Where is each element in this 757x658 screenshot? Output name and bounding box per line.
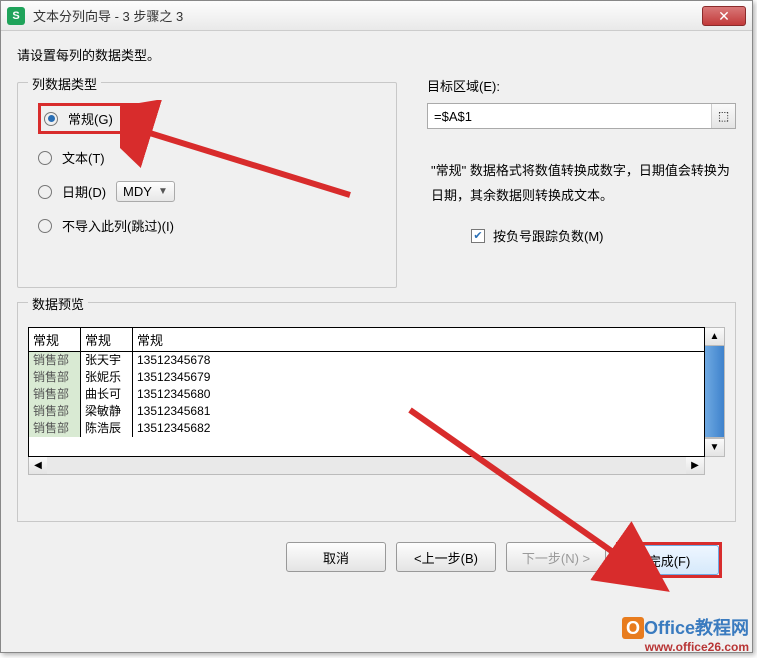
table-cell: 13512345680: [133, 386, 704, 403]
target-input[interactable]: [428, 104, 711, 128]
watermark-brand: Office教程网: [644, 618, 749, 638]
preview-header-2[interactable]: 常规: [81, 328, 133, 351]
table-cell: 销售部: [29, 386, 80, 403]
next-button: 下一步(N) >: [506, 542, 606, 572]
table-cell: 陈浩辰: [81, 420, 132, 437]
finish-button-highlight: 完成(F): [616, 542, 722, 578]
preview-header-1[interactable]: 常规: [29, 328, 81, 351]
table-cell: 销售部: [29, 352, 80, 369]
title-bar: S 文本分列向导 - 3 步骤之 3 ✕: [1, 1, 752, 31]
wizard-dialog: S 文本分列向导 - 3 步骤之 3 ✕ 请设置每列的数据类型。 列数据类型 常…: [0, 0, 753, 653]
date-format-dropdown[interactable]: MDY ▼: [116, 181, 175, 202]
general-radio-highlight: 常规(G): [38, 103, 142, 134]
preview-header: 常规 常规 常规: [29, 328, 704, 352]
track-negatives-label: 按负号跟踪负数(M): [493, 226, 604, 245]
vertical-scrollbar[interactable]: ▲ ▼: [705, 327, 725, 457]
table-cell: 13512345682: [133, 420, 704, 437]
range-picker-icon: ⬚: [718, 109, 729, 123]
table-cell: 13512345679: [133, 369, 704, 386]
watermark-icon: O: [622, 617, 644, 639]
watermark: OOffice教程网 www.office26.com: [622, 614, 749, 654]
column-type-legend: 列数据类型: [28, 74, 101, 93]
scroll-down-icon[interactable]: ▼: [705, 438, 724, 456]
track-negatives-checkbox[interactable]: ✔: [471, 229, 485, 243]
scroll-right-icon[interactable]: ▶: [686, 457, 704, 474]
app-icon: S: [7, 7, 25, 25]
preview-legend: 数据预览: [28, 294, 88, 313]
table-cell: 销售部: [29, 420, 80, 437]
scroll-left-icon[interactable]: ◀: [29, 457, 47, 474]
radio-date[interactable]: [38, 185, 52, 199]
table-cell: 张妮乐: [81, 369, 132, 386]
description-text: "常规" 数据格式将数值转换成数字，日期值会转换为日期，其余数据则转换成文本。: [427, 159, 736, 208]
window-title: 文本分列向导 - 3 步骤之 3: [33, 6, 702, 25]
preview-header-3[interactable]: 常规: [133, 328, 704, 351]
close-icon: ✕: [718, 9, 730, 23]
scroll-up-icon[interactable]: ▲: [705, 328, 724, 346]
table-cell: 销售部: [29, 403, 80, 420]
scroll-track[interactable]: [47, 457, 686, 474]
date-format-value: MDY: [123, 184, 152, 199]
chevron-down-icon: ▼: [158, 186, 168, 197]
preview-group: 数据预览 常规 常规 常规 销售部 销售部 销售部 销售部 销: [17, 302, 736, 522]
preview-col-3: 13512345678 13512345679 13512345680 1351…: [133, 352, 704, 437]
table-cell: 13512345681: [133, 403, 704, 420]
radio-skip-label: 不导入此列(跳过)(I): [62, 216, 174, 235]
radio-skip[interactable]: [38, 219, 52, 233]
target-input-wrap: ⬚: [427, 103, 736, 129]
table-cell: 曲长可: [81, 386, 132, 403]
watermark-url: www.office26.com: [622, 640, 749, 654]
range-picker-button[interactable]: ⬚: [711, 104, 735, 128]
preview-table: 常规 常规 常规 销售部 销售部 销售部 销售部 销售部 张天: [28, 327, 705, 457]
scroll-thumb[interactable]: [705, 346, 724, 438]
finish-button[interactable]: 完成(F): [619, 545, 719, 575]
dialog-content: 请设置每列的数据类型。 列数据类型 常规(G) 文本(T): [1, 31, 752, 588]
radio-date-label: 日期(D): [62, 182, 106, 201]
instruction-text: 请设置每列的数据类型。: [17, 45, 736, 64]
close-button[interactable]: ✕: [702, 6, 746, 26]
radio-general[interactable]: [44, 112, 58, 126]
radio-text[interactable]: [38, 151, 52, 165]
table-cell: 张天宇: [81, 352, 132, 369]
table-cell: 梁敏静: [81, 403, 132, 420]
radio-general-label: 常规(G): [68, 109, 113, 128]
preview-col-2: 张天宇 张妮乐 曲长可 梁敏静 陈浩辰: [81, 352, 133, 437]
radio-text-label: 文本(T): [62, 148, 105, 167]
target-label: 目标区域(E):: [427, 76, 736, 95]
back-button[interactable]: <上一步(B): [396, 542, 496, 572]
cancel-button[interactable]: 取消: [286, 542, 386, 572]
horizontal-scrollbar[interactable]: ◀ ▶: [28, 457, 705, 475]
button-row: 取消 <上一步(B) 下一步(N) > 完成(F): [17, 542, 736, 578]
column-type-group: 列数据类型 常规(G) 文本(T) 日期(D): [17, 82, 397, 288]
table-cell: 13512345678: [133, 352, 704, 369]
table-cell: 销售部: [29, 369, 80, 386]
preview-col-1: 销售部 销售部 销售部 销售部 销售部: [29, 352, 81, 437]
